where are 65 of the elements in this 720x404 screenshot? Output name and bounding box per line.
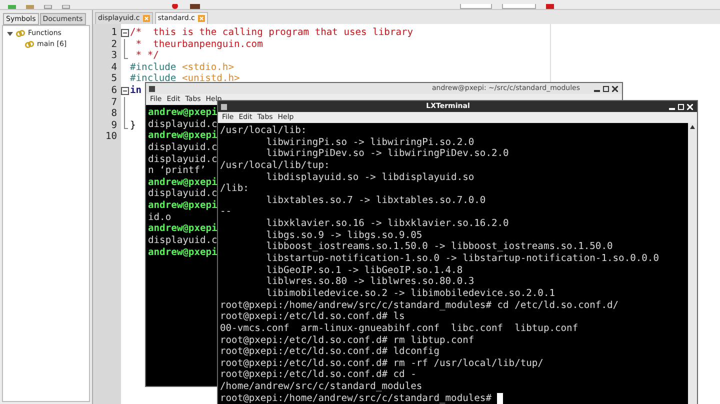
code-line: #include <stdio.h> [130,62,234,73]
terminal-line: libwiringPi.so -> libwiringPi.so.2.0 [265,136,474,148]
terminal-line: root@pxepi:/etc/ld.so.conf.d# ls [220,311,405,323]
line-number: 4 [110,62,118,74]
terminal-icon [221,104,227,110]
terminal-line: libxtables.so.7 -> libxtables.so.7.0.0 [265,194,486,206]
scroll-up-icon[interactable] [690,125,695,129]
terminal-line: n ‘printf’ [148,165,206,177]
terminal-line: root@pxepi:/etc/ld.so.conf.d# rm -rf /usr/local/lib/tup/ [220,358,544,370]
code-line: * theurbanpenguin.com [134,38,263,50]
terminal-line: -- [220,206,232,218]
terminal-line: displayuid.c [148,188,218,200]
terminal-line: /usr/local/lib: [220,125,307,137]
line-number: 10 [104,131,118,143]
terminal-line: /home/andrew/src/c/standard_modules [220,381,422,393]
code-line: #include <unistd.h> [130,73,240,84]
terminal-line: /usr/local/lib/tup: [220,160,330,172]
terminal-line: root@pxepi:/home/andrew/src/c/standard_modules# cd /etc/ld.so.conf.d/ [220,300,619,312]
terminal-line: displayuid.c [148,154,218,166]
fold-toggle-icon[interactable] [121,29,129,37]
terminal-icon [149,86,155,92]
expander-icon[interactable] [7,30,13,36]
line-number: 5 [110,73,118,85]
prompt-text: andrew@pxepi [148,223,218,236]
terminal-line: root@pxepi:/etc/ld.so.conf.d# ldconfig [220,346,440,358]
terminal-line: 00-vmcs.conf arm-linux-gnueabihf.conf libc.conf libtup.conf [220,322,578,335]
line-number: 8 [110,108,118,120]
code-line: /* this is the calling program that uses library [130,27,414,38]
close-icon[interactable] [612,86,618,92]
terminal-line: liblwres.so.80 -> liblwres.so.80.0.3 [265,276,474,288]
terminal-line: libgs.so.9 -> libgs.so.9.05 [265,230,422,242]
goto-line-field[interactable] [502,4,536,9]
scrollbar[interactable] [688,123,697,404]
code-line: } [130,120,136,131]
terminal-line: /lib: [220,183,249,195]
search-field[interactable] [460,4,492,9]
terminal-line: root@pxepi:/home/andrew/src/c/standard_modules# [220,392,492,404]
line-number: 9 [110,120,118,132]
code-line: * */ [134,50,159,62]
prompt-text: andrew@pxepi [148,176,218,188]
line-number: 6 [110,84,118,97]
terminal-line: id.o [148,212,172,223]
fold-toggle-icon[interactable] [121,86,129,95]
terminal-line: libboost_iostreams.so.1.50.0 -> libboost_iostreams.so.1.50.0 [265,241,613,254]
line-number: 1 [110,27,118,39]
line-number: 2 [110,38,118,50]
terminal-line: displayuid.c [148,235,218,247]
terminal-line: libxklavier.so.16 -> libxklavier.so.16.2.0 [265,218,509,230]
line-number: 3 [110,50,118,62]
terminal-line: root@pxepi:/etc/ld.so.conf.d# rm libtup.conf [220,334,474,346]
terminal-line: libGeoIP.so.1 -> libGeoIP.so.1.4.8 [265,264,463,276]
terminal-line: displayuid.c [148,142,218,154]
prompt-text: andrew@pxepi [148,246,218,258]
line-number: 7 [110,96,118,108]
code-line: in [130,84,142,96]
terminal-line: libdisplayuid.so -> libdisplayuid.so [265,172,474,184]
prompt-text: andrew@pxepi [148,200,218,212]
maximize-icon[interactable] [603,86,609,92]
terminal-line: libimobiledevice.so.2 -> libimobiledevice.so.2.0.1 [265,288,556,300]
terminal-line: displayuid.c [148,118,218,130]
prompt-text: andrew@pxepi [148,130,218,142]
terminal-line: libwiringPiDev.so -> libwiringPiDev.so.2.0 [265,148,509,160]
terminal-line: libstartup-notification-1.so.0 -> libstartup-notification-1.so.0.0.0 [265,253,659,265]
prompt-text: andrew@pxepi [148,107,218,119]
terminal-line: root@pxepi:/etc/ld.so.conf.d# cd - [220,369,416,382]
